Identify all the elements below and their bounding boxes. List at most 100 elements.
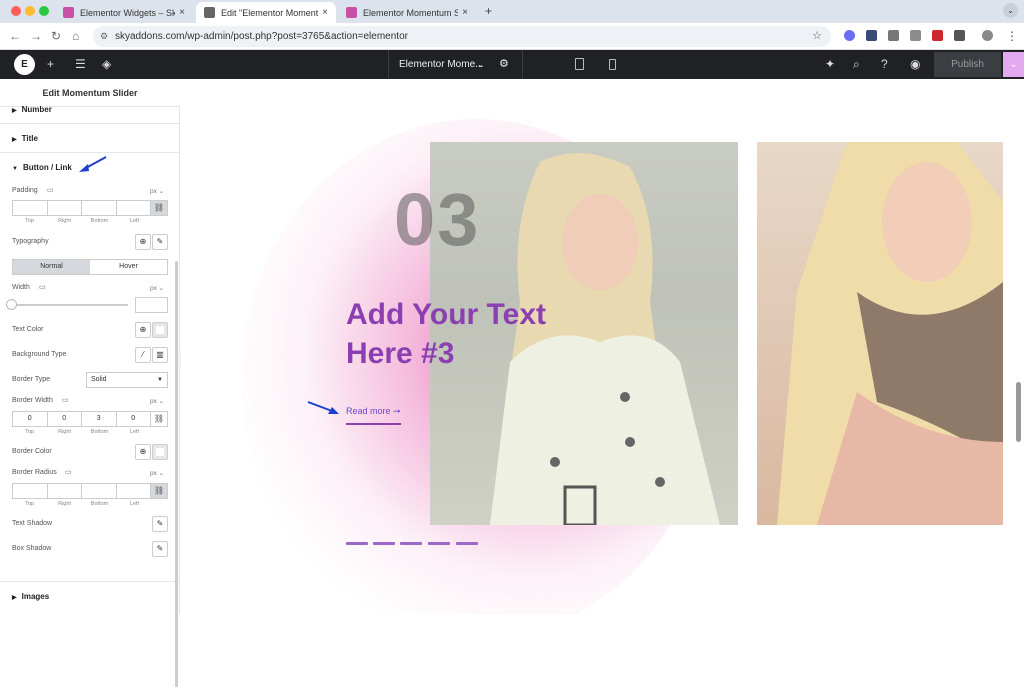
gradient-icon[interactable]: ▥ bbox=[152, 347, 168, 363]
slide-heading[interactable]: Add Your Text Here #3 bbox=[346, 295, 576, 373]
canvas-scrollbar[interactable] bbox=[1016, 382, 1021, 442]
edit-text-shadow-pencil-icon[interactable]: ✎ bbox=[152, 516, 168, 532]
tab-hover[interactable]: Hover bbox=[90, 260, 167, 274]
mobile-view-icon[interactable] bbox=[609, 59, 616, 70]
minimize-window-button[interactable] bbox=[25, 6, 35, 16]
site-settings-icon[interactable]: ☰ bbox=[75, 57, 86, 71]
tab-normal[interactable]: Normal bbox=[13, 260, 90, 274]
link-values-icon[interactable]: ⛓ bbox=[151, 412, 167, 426]
section-button-link[interactable]: ▼ Button / Link bbox=[12, 163, 72, 172]
background-type-label: Background Type bbox=[12, 351, 67, 358]
border-radius-left-input[interactable] bbox=[117, 484, 151, 498]
responsive-desktop-icon[interactable]: ▭ bbox=[65, 468, 72, 476]
border-radius-top-input[interactable] bbox=[13, 484, 48, 498]
puzzle-icon[interactable] bbox=[954, 30, 965, 41]
home-icon[interactable]: ⌂ bbox=[72, 29, 79, 43]
border-width-right-input[interactable]: 0 bbox=[48, 412, 82, 426]
structure-layers-icon[interactable]: ◈ bbox=[102, 57, 111, 71]
help-icon[interactable]: ? bbox=[881, 57, 888, 71]
width-input[interactable] bbox=[135, 297, 168, 313]
close-window-button[interactable] bbox=[11, 6, 21, 16]
border-width-unit-select[interactable]: px ⌄ bbox=[150, 397, 164, 405]
preview-eye-icon[interactable]: ◉ bbox=[910, 57, 920, 71]
border-radius-unit-select[interactable]: px ⌄ bbox=[150, 469, 164, 477]
new-tab-button[interactable]: + bbox=[485, 4, 492, 18]
border-width-top-input[interactable]: 0 bbox=[13, 412, 48, 426]
border-type-select[interactable]: Solid ▼ bbox=[86, 372, 168, 388]
text-color-swatch[interactable] bbox=[152, 322, 168, 338]
slide-pagination-dash[interactable] bbox=[456, 542, 478, 545]
extension-icon[interactable] bbox=[844, 30, 855, 41]
border-width-bottom-input[interactable]: 3 bbox=[82, 412, 117, 426]
padding-top-input[interactable] bbox=[13, 201, 48, 215]
text-shadow-label: Text Shadow bbox=[12, 520, 53, 527]
border-radius-bottom-input[interactable] bbox=[82, 484, 117, 498]
slide-image-woman-scarf[interactable] bbox=[757, 142, 1003, 525]
section-number[interactable]: ▶ Number bbox=[12, 105, 52, 114]
page-settings-gear-icon[interactable]: ⚙ bbox=[499, 50, 509, 79]
padding-left-input[interactable] bbox=[117, 201, 151, 215]
slide-pagination-dash[interactable] bbox=[400, 542, 422, 545]
read-more-link[interactable]: Read more ➞ bbox=[346, 406, 401, 425]
border-type-label: Border Type bbox=[12, 376, 51, 383]
classic-brush-icon[interactable]: ⁄ bbox=[135, 347, 151, 363]
browser-tab-3[interactable]: Elementor Momentum Slider × bbox=[338, 2, 476, 23]
close-tab-icon[interactable]: × bbox=[179, 7, 185, 18]
chevron-down-icon[interactable]: ⌄ bbox=[477, 50, 484, 79]
url-input[interactable]: ⚙ skyaddons.com/wp-admin/post.php?post=3… bbox=[93, 26, 831, 47]
width-slider-track[interactable] bbox=[12, 304, 128, 306]
browser-tab-1[interactable]: Elementor Widgets – Sky Addo × bbox=[55, 2, 193, 23]
extension-icon[interactable] bbox=[888, 30, 899, 41]
add-element-icon[interactable]: + bbox=[47, 57, 54, 71]
slide-pagination-dash[interactable] bbox=[428, 542, 450, 545]
edit-typography-pencil-icon[interactable]: ✎ bbox=[152, 234, 168, 250]
global-color-globe-icon[interactable]: ⊕ bbox=[135, 444, 151, 460]
responsive-desktop-icon[interactable]: ▭ bbox=[47, 186, 54, 194]
profile-avatar[interactable] bbox=[982, 30, 993, 41]
notifications-icon[interactable]: ✦ bbox=[825, 57, 835, 71]
panel-scrollbar[interactable] bbox=[175, 261, 178, 687]
site-info-icon[interactable]: ⚙ bbox=[100, 26, 108, 47]
search-icon[interactable]: ⌕ bbox=[853, 57, 860, 72]
slide-pagination-dash[interactable] bbox=[373, 542, 395, 545]
close-tab-icon[interactable]: × bbox=[322, 7, 328, 18]
padding-right-input[interactable] bbox=[48, 201, 82, 215]
extension-icon[interactable] bbox=[932, 30, 943, 41]
border-radius-right-input[interactable] bbox=[48, 484, 82, 498]
elementor-logo[interactable]: E bbox=[14, 54, 35, 75]
padding-unit-select[interactable]: px ⌄ bbox=[150, 187, 164, 195]
back-arrow-icon[interactable]: ← bbox=[9, 29, 21, 43]
publish-button[interactable]: Publish bbox=[934, 52, 1001, 77]
padding-bottom-input[interactable] bbox=[82, 201, 117, 215]
reload-icon[interactable]: ↻ bbox=[51, 29, 61, 43]
padding-label: Padding bbox=[12, 187, 38, 194]
slide-pagination-dash[interactable] bbox=[346, 542, 368, 545]
bookmark-star-icon[interactable]: ☆ bbox=[812, 26, 822, 47]
border-width-left-input[interactable]: 0 bbox=[117, 412, 151, 426]
tablet-view-icon[interactable] bbox=[575, 58, 584, 70]
close-tab-icon[interactable]: × bbox=[462, 7, 468, 18]
global-typography-globe-icon[interactable]: ⊕ bbox=[135, 234, 151, 250]
slide-number: 03 bbox=[394, 178, 481, 261]
forward-arrow-icon[interactable]: → bbox=[30, 29, 42, 43]
tab-list-chevron-icon[interactable]: ⌄ bbox=[1003, 3, 1018, 18]
publish-options-chevron-icon[interactable]: ⌄ bbox=[1003, 52, 1024, 77]
responsive-desktop-icon[interactable]: ▭ bbox=[39, 283, 46, 291]
browser-tab-2[interactable]: Edit "Elementor Momentum S × bbox=[196, 2, 336, 23]
border-color-swatch[interactable] bbox=[152, 444, 168, 460]
section-title[interactable]: ▶ Title bbox=[12, 134, 38, 143]
link-values-icon[interactable]: ⛓ bbox=[151, 201, 167, 215]
shield-icon[interactable] bbox=[866, 30, 877, 41]
zoom-window-button[interactable] bbox=[39, 6, 49, 16]
border-color-label: Border Color bbox=[12, 448, 52, 455]
responsive-desktop-icon[interactable]: ▭ bbox=[62, 396, 69, 404]
extension-icon[interactable] bbox=[910, 30, 921, 41]
edit-box-shadow-pencil-icon[interactable]: ✎ bbox=[152, 541, 168, 557]
more-menu-icon[interactable]: ⋮ bbox=[1006, 29, 1018, 43]
width-slider-handle[interactable] bbox=[6, 299, 17, 310]
width-unit-select[interactable]: px ⌄ bbox=[150, 284, 164, 292]
global-color-globe-icon[interactable]: ⊕ bbox=[135, 322, 151, 338]
section-images[interactable]: ▶ Images bbox=[12, 592, 49, 601]
document-name[interactable]: Elementor Mome... ⌄ ⚙ bbox=[388, 50, 523, 79]
link-values-icon[interactable]: ⛓ bbox=[151, 484, 167, 498]
